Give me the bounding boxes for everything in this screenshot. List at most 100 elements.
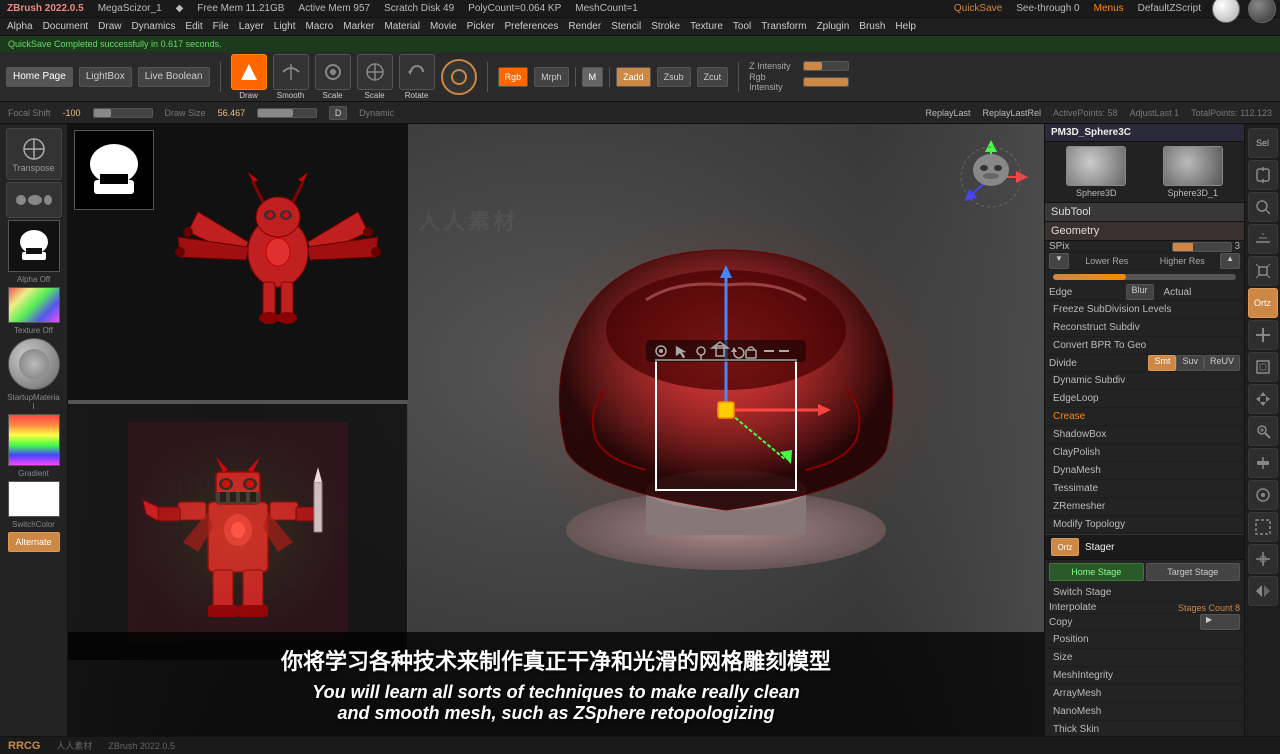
nano-mesh-btn[interactable]: NanoMesh [1045, 703, 1244, 721]
subtool-header[interactable]: SubTool [1045, 203, 1244, 222]
material-preview[interactable] [8, 338, 60, 390]
frame-icon[interactable] [1248, 352, 1278, 382]
color-swatch[interactable] [8, 481, 60, 517]
menu-mega[interactable]: MegaScizor_1 [95, 3, 165, 14]
rgb-intensity-slider[interactable] [803, 77, 849, 87]
stager-orange-btn[interactable]: Ortz [1051, 538, 1079, 556]
quicksave-btn[interactable]: QuickSave [951, 3, 1005, 14]
menu-movie[interactable]: Movie [427, 21, 460, 32]
menu-preferences[interactable]: Preferences [501, 21, 561, 32]
geometry-header[interactable]: Geometry [1045, 222, 1244, 241]
zoom3d-icon[interactable] [1248, 416, 1278, 446]
menu-edit[interactable]: Edit [182, 21, 205, 32]
rotate-btn[interactable] [399, 54, 435, 90]
zremesher-btn[interactable]: ZRemesher [1045, 498, 1244, 516]
array-mesh-btn[interactable]: ArrayMesh [1045, 685, 1244, 703]
abrst-icon[interactable] [1248, 320, 1278, 350]
menu-texture[interactable]: Texture [687, 21, 726, 32]
nav-cube[interactable] [946, 132, 1036, 222]
persp-icon[interactable] [1248, 256, 1278, 286]
symmetry-btn[interactable] [441, 59, 477, 95]
texture-thumb[interactable] [8, 287, 60, 323]
menu-zplugin[interactable]: Zplugin [813, 21, 852, 32]
z-intensity-slider[interactable] [803, 61, 849, 71]
spix-slider[interactable] [1172, 242, 1232, 252]
edit-btn[interactable] [231, 54, 267, 90]
floor-icon[interactable] [1248, 224, 1278, 254]
zcut-btn[interactable]: Zcut [697, 67, 729, 87]
mrph-btn[interactable]: Mrph [534, 67, 569, 87]
size-btn[interactable]: Size [1045, 649, 1244, 667]
snap-icon[interactable] [1248, 544, 1278, 574]
smt-btn[interactable]: Smt [1148, 355, 1176, 371]
menu-alpha[interactable]: Alpha [4, 21, 36, 32]
dynamic-subdiv-btn[interactable]: Dynamic Subdiv [1045, 372, 1244, 390]
higher-res-btn[interactable]: ▲ [1220, 253, 1240, 269]
zsub-btn[interactable]: Zsub [657, 67, 691, 87]
rctr-icon[interactable] [1248, 480, 1278, 510]
ortz-icon[interactable]: Ortz [1248, 288, 1278, 318]
menu-material[interactable]: Material [381, 21, 423, 32]
trnsp-icon[interactable] [1248, 512, 1278, 542]
target-stage-btn[interactable]: Target Stage [1146, 563, 1241, 581]
color-gradient[interactable] [8, 414, 60, 466]
edgeloop-btn[interactable]: EdgeLoop [1045, 390, 1244, 408]
menu-help[interactable]: Help [892, 21, 919, 32]
menu-file[interactable]: File [210, 21, 232, 32]
focal-slider[interactable] [93, 108, 153, 118]
menu-tool[interactable]: Tool [730, 21, 754, 32]
suv-btn[interactable]: Suv [1176, 355, 1204, 371]
flip-icon[interactable] [1248, 576, 1278, 606]
replay-last[interactable]: ReplayLast [925, 108, 970, 118]
zadd-btn[interactable]: Zadd [616, 67, 651, 87]
modify-topology-btn[interactable]: Modify Topology [1045, 516, 1244, 534]
blur-btn[interactable]: Blur [1126, 284, 1154, 300]
move-icon[interactable] [1248, 384, 1278, 414]
default-script[interactable]: DefaultZScript [1135, 3, 1204, 14]
reconstruct-subdiv-btn[interactable]: Reconstruct Subdiv [1045, 319, 1244, 337]
menu-layer[interactable]: Layer [236, 21, 267, 32]
reuv-btn[interactable]: ReUV [1204, 355, 1240, 371]
rgb-btn[interactable]: Rgb [498, 67, 529, 87]
brush-tool[interactable] [6, 182, 62, 218]
tab-lightbox[interactable]: LightBox [79, 67, 132, 87]
dynamic-btn[interactable]: D [329, 106, 347, 120]
alternate-btn[interactable]: Alternate [8, 532, 60, 552]
menu-brush[interactable]: Brush [856, 21, 888, 32]
sphere3d-1-item[interactable]: Sphere3D_1 [1146, 146, 1241, 198]
menu-macro[interactable]: Macro [302, 21, 336, 32]
menu-dynamics[interactable]: Dynamics [129, 21, 179, 32]
menu-marker[interactable]: Marker [340, 21, 377, 32]
menu-stencil[interactable]: Stencil [608, 21, 644, 32]
scl-icon[interactable] [1248, 448, 1278, 478]
crease-btn[interactable]: Crease [1045, 408, 1244, 426]
claypolish-btn[interactable]: ClayPolish [1045, 444, 1244, 462]
menu-document[interactable]: Document [40, 21, 92, 32]
sel-icon[interactable]: Sel [1248, 128, 1278, 158]
mesh-integrity-btn[interactable]: MeshIntegrity [1045, 667, 1244, 685]
switch-stage-btn[interactable]: Switch Stage [1045, 584, 1244, 602]
menu-light[interactable]: Light [271, 21, 299, 32]
convert-bpr-btn[interactable]: Convert BPR To Geo [1045, 337, 1244, 355]
menu-draw[interactable]: Draw [95, 21, 124, 32]
scroll-icon[interactable] [1248, 160, 1278, 190]
position-btn[interactable]: Position [1045, 631, 1244, 649]
scale-btn[interactable] [357, 54, 393, 90]
dynamesh-btn[interactable]: DynaMesh [1045, 462, 1244, 480]
draw-size-slider[interactable] [257, 108, 317, 118]
zoom-icon[interactable] [1248, 192, 1278, 222]
tessimate-btn[interactable]: Tessimate [1045, 480, 1244, 498]
thick-skin-btn[interactable]: Thick Skin [1045, 721, 1244, 736]
draw-curve-group[interactable]: Smooth [273, 54, 309, 100]
menu-picker[interactable]: Picker [464, 21, 498, 32]
home-stage-btn[interactable]: Home Stage [1049, 563, 1144, 581]
draw-curve-btn[interactable] [273, 54, 309, 90]
alpha-preview[interactable] [74, 130, 154, 210]
snap-btn[interactable] [315, 54, 351, 90]
m-btn[interactable]: M [582, 67, 604, 87]
alpha-thumb[interactable] [8, 220, 60, 272]
freeze-subdiv-btn[interactable]: Freeze SubDivision Levels [1045, 301, 1244, 319]
draw-btn-group[interactable]: Draw [231, 54, 267, 100]
tab-home-page[interactable]: Home Page [6, 67, 73, 87]
menu-transform[interactable]: Transform [758, 21, 809, 32]
